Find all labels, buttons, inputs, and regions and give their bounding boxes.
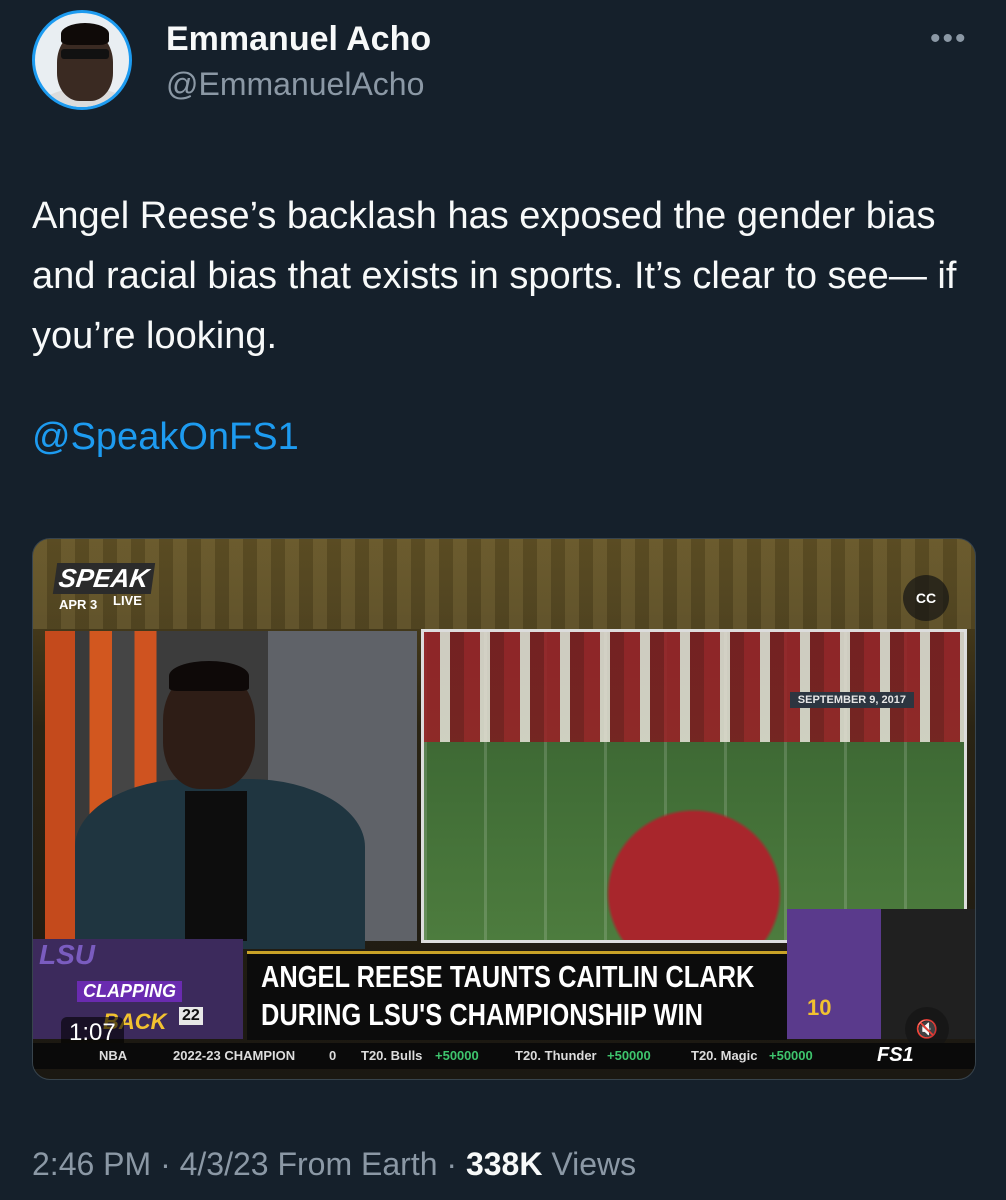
mention-link[interactable]: @SpeakOnFS1 [32,416,299,459]
player-number: 10 [807,995,832,1020]
ticker-item-3-value: +50000 [607,1048,651,1063]
video-player[interactable]: SPEAK APR 3 LIVE CC SEPTEMBER 9, 2017 LS… [32,538,976,1080]
tweet-source: From Earth [277,1146,438,1182]
closed-captions-icon[interactable]: CC [903,575,949,621]
headline-box: ANGEL REESE TAUNTS CAITLIN CLARK DURING … [247,951,787,1040]
fs1-logo: FS1 [877,1044,914,1066]
field-date-label: SEPTEMBER 9, 2017 [789,692,914,708]
score-ticker: NBA 2022-23 CHAMPION 0 T20. Bulls +50000… [33,1043,975,1069]
ticker-item-3: T20. Thunder [515,1048,597,1063]
avatar[interactable] [32,10,132,110]
views-count[interactable]: 338K [466,1146,543,1182]
speak-logo-date: APR 3 [59,597,98,612]
ticker-item-4-value: +50000 [769,1048,813,1063]
more-horizontal-icon[interactable]: ••• [930,22,968,56]
host-video-frame [45,631,417,949]
headline-line-1: ANGEL REESE TAUNTS CAITLIN CLARK [261,959,755,994]
views-label[interactable]: Views [551,1146,636,1182]
ticker-item-4: T20. Magic [691,1048,758,1063]
speak-logo-word: SPEAK [52,563,155,594]
video-background [33,539,975,629]
tweet-date[interactable]: 4/3/23 [180,1146,269,1182]
clapping-text: CLAPPING [77,981,183,1002]
ticker-item-2-value: +50000 [435,1048,479,1063]
ticker-item-2: T20. Bulls [361,1048,423,1063]
stadium-video-frame: SEPTEMBER 9, 2017 [421,629,967,943]
headline-line-2: DURING LSU'S CHAMPIONSHIP WIN [261,997,703,1032]
lsu-text: LSU [39,939,95,970]
ticker-league: NBA [99,1048,128,1063]
lower-third-graphic: LSU CLAPPING BACK 22 ANGEL REESE TAUNTS … [33,909,975,1040]
speak-logo: SPEAK APR 3 LIVE [52,563,155,623]
author-name[interactable]: Emmanuel Acho [166,20,431,59]
tweet-meta: 2:46 PM · 4/3/23 From Earth · 338K Views [32,1146,637,1182]
ticker-item-1: 2022-23 CHAMPION [173,1048,296,1063]
speak-logo-live: LIVE [113,593,142,608]
jersey-number: 22 [179,1007,203,1025]
tweet-text: Angel Reese’s backlash has exposed the g… [32,195,957,357]
author-handle[interactable]: @EmmanuelAcho [166,66,424,103]
tweet-time[interactable]: 2:46 PM [32,1146,151,1182]
ticker-item-1-value: 0 [329,1048,337,1063]
